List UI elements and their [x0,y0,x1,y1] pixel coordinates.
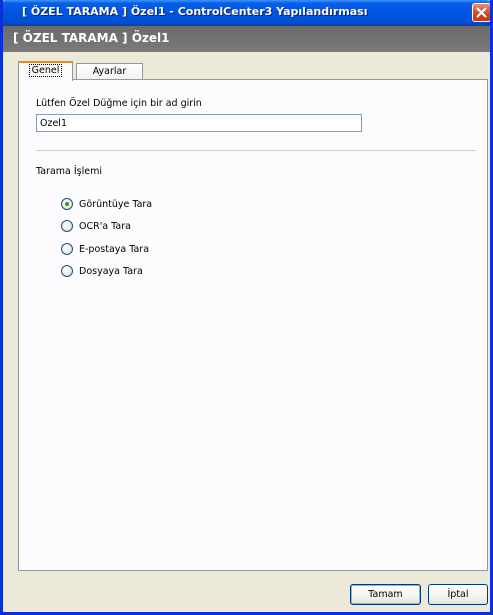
dialog-window: [ ÖZEL TARAMA ] Özel1 - ControlCenter3 Y… [0,0,493,615]
window-title: [ ÖZEL TARAMA ] Özel1 - ControlCenter3 Y… [22,5,368,18]
tab-genel[interactable]: Genel [18,61,73,81]
header-title: [ ÖZEL TARAMA ] Özel1 [13,31,170,45]
radio-scan-to-file[interactable]: Dosyaya Tara [61,264,143,278]
radio-scan-to-image[interactable]: Görüntüye Tara [61,197,152,211]
header-band: [ ÖZEL TARAMA ] Özel1 [3,26,490,52]
radio-scan-to-ocr[interactable]: OCR'a Tara [61,219,131,233]
close-button[interactable] [472,3,490,22]
name-label: Lütfen Özel Düğme için bir ad girin [36,98,202,109]
cancel-button[interactable]: İptal [428,584,488,605]
close-icon [476,7,487,18]
radio-button[interactable] [61,220,73,232]
tab-ayarlar[interactable]: Ayarlar [76,63,143,80]
ok-button[interactable]: Tamam [350,584,421,605]
title-bar[interactable]: [ ÖZEL TARAMA ] Özel1 - ControlCenter3 Y… [3,0,490,26]
radio-button[interactable] [61,243,73,255]
radio-label: Görüntüye Tara [79,198,153,210]
tab-panel-genel: Lütfen Özel Düğme için bir ad girin Tara… [18,79,488,571]
radio-label: Dosyaya Tara [79,265,143,277]
tab-ayarlar-label: Ayarlar [92,66,127,77]
radio-button-checked[interactable] [61,198,73,210]
name-input[interactable] [36,114,362,132]
radio-button[interactable] [61,265,73,277]
scan-action-label: Tarama İşlemi [36,166,103,177]
radio-label: OCR'a Tara [79,220,131,232]
radio-scan-to-email[interactable]: E-postaya Tara [61,242,149,256]
radio-label: E-postaya Tara [79,243,150,255]
divider [36,150,476,151]
tab-genel-label: Genel [28,64,63,77]
